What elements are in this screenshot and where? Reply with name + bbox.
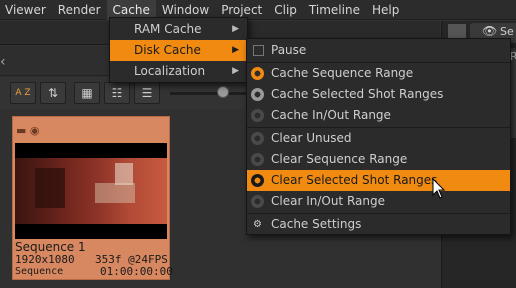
sort-order-icon[interactable]: ⇅	[40, 82, 66, 104]
submenu-arrow-icon: ▶	[232, 66, 239, 76]
menu-bar: Viewer Render Cache Window Project Clip …	[0, 0, 516, 20]
menu-item-label: RAM Cache	[134, 22, 202, 36]
menu-item-label: Cache Settings	[271, 217, 362, 231]
clear-highlight-icon	[251, 174, 264, 187]
clear-dark-icon	[251, 153, 264, 166]
menu-item-disk-cache[interactable]: Disk Cache ▶	[110, 40, 247, 61]
cache-menu: RAM Cache ▶ Disk Cache ▶ Localization ▶	[109, 17, 248, 83]
menu-item-clear-in-out-range[interactable]: Clear In/Out Range	[247, 191, 510, 212]
menu-timeline[interactable]: Timeline	[303, 0, 366, 20]
menu-item-cache-sequence-range[interactable]: Cache Sequence Range	[247, 63, 510, 84]
list-view-icon[interactable]: ☰	[134, 82, 160, 104]
menu-item-label: Clear Sequence Range	[271, 152, 408, 166]
cache-grey-icon	[251, 88, 264, 101]
sort-az-icon[interactable]: A Z	[10, 82, 36, 104]
gear-icon: ⚙	[253, 219, 262, 230]
menu-item-clear-sequence-range[interactable]: Clear Sequence Range	[247, 149, 510, 170]
menu-item-label: Clear In/Out Range	[271, 194, 385, 208]
menu-help[interactable]: Help	[366, 0, 405, 20]
clip-timecode: 01:00:00:00	[100, 265, 173, 278]
menu-item-cache-in-out-range[interactable]: Cache In/Out Range	[247, 105, 510, 126]
menu-item-pause[interactable]: Pause	[247, 40, 510, 61]
clip-resolution: 1920x1080	[15, 253, 75, 266]
menu-item-cache-settings[interactable]: ⚙ Cache Settings	[247, 214, 510, 235]
grid-view-icon[interactable]: ▦	[74, 82, 100, 104]
collapse-icon[interactable]: ‹	[0, 54, 6, 70]
menu-item-cache-selected-shot-ranges[interactable]: Cache Selected Shot Ranges	[247, 84, 510, 105]
menu-item-label: Localization	[134, 64, 206, 78]
menu-item-label: Cache Sequence Range	[271, 66, 414, 80]
clip-status-icons: ▬ ◉	[16, 124, 40, 137]
clip-name: Sequence 1	[15, 240, 86, 254]
submenu-arrow-icon: ▶	[232, 24, 239, 34]
slider-handle[interactable]	[217, 86, 229, 98]
menu-item-clear-unused[interactable]: Clear Unused	[247, 128, 510, 149]
menu-item-label: Clear Unused	[271, 131, 352, 145]
menu-item-localization[interactable]: Localization ▶	[110, 61, 247, 82]
menu-item-label: Cache Selected Shot Ranges	[271, 87, 444, 101]
menu-viewer[interactable]: Viewer	[0, 0, 52, 20]
menu-item-label: Pause	[271, 43, 307, 57]
menu-item-label: Cache In/Out Range	[271, 108, 391, 122]
menu-item-label: Disk Cache	[134, 43, 201, 57]
viewer-tab-label: Se	[500, 25, 514, 38]
menu-render[interactable]: Render	[52, 0, 107, 20]
checkbox-icon[interactable]	[253, 45, 264, 56]
eye-icon[interactable]: 👁	[482, 24, 497, 38]
disk-cache-menu: Pause Cache Sequence Range Cache Selecte…	[246, 38, 511, 235]
menu-clip[interactable]: Clip	[268, 0, 303, 20]
menu-item-clear-selected-shot-ranges[interactable]: Clear Selected Shot Ranges	[247, 170, 510, 191]
clip-thumbnail-image	[15, 158, 167, 224]
detail-view-icon[interactable]: ☷	[104, 82, 130, 104]
clear-dark-icon	[251, 132, 264, 145]
submenu-arrow-icon: ▶	[232, 45, 239, 55]
menu-item-ram-cache[interactable]: RAM Cache ▶	[110, 19, 247, 40]
clear-dark-icon	[251, 195, 264, 208]
cache-orange-icon	[251, 67, 264, 80]
thumbnail-size-slider[interactable]	[170, 92, 250, 95]
mouse-cursor-icon	[432, 178, 446, 199]
cache-dark-icon	[251, 109, 264, 122]
clip-type: Sequence	[15, 266, 64, 277]
menu-item-label: Clear Selected Shot Ranges	[271, 173, 438, 187]
